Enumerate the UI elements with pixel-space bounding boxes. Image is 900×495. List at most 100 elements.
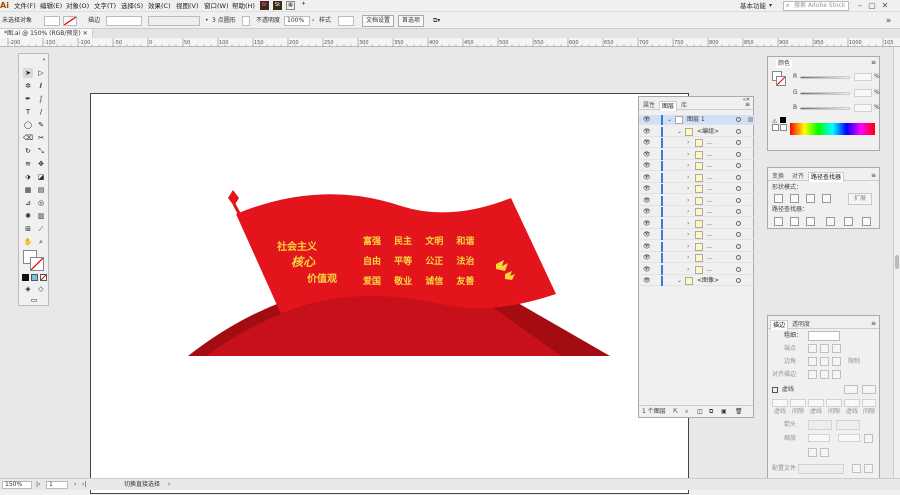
status-chevron-icon[interactable]: › — [168, 479, 170, 491]
tab-align[interactable]: 对齐 — [790, 172, 806, 181]
merge-icon[interactable] — [806, 217, 815, 226]
layer-row[interactable]: 👁 ›... — [639, 218, 755, 229]
layer-row[interactable]: 👁 ⌄ <编组> — [639, 126, 755, 137]
magic-wand-icon[interactable]: ✲ — [23, 81, 33, 91]
divide-icon[interactable] — [774, 217, 783, 226]
panel-menu-icon[interactable]: ≡ — [871, 59, 876, 66]
workspace-chevron-icon[interactable]: ▾ — [769, 0, 772, 12]
artboard-tool-icon[interactable]: ⊞ — [23, 224, 33, 234]
flip-across-icon[interactable] — [864, 464, 873, 473]
arrange-documents-icon[interactable]: ▦ — [286, 1, 295, 10]
black-swatch[interactable] — [780, 117, 786, 123]
preferences-button[interactable]: 首选项 — [398, 15, 424, 27]
hand-tool-icon[interactable]: ✋ — [23, 237, 33, 247]
artboard[interactable]: 社会主义 核心 价值观 富强 民主 文明 和谐 自由 平等 公正 法治 爱国 敬… — [90, 93, 689, 494]
flip-along-icon[interactable] — [852, 464, 861, 473]
ellipse-tool-icon[interactable]: ◯ — [23, 120, 33, 130]
channel-g-slider[interactable] — [800, 92, 850, 95]
opacity-input[interactable]: 100% — [284, 16, 310, 26]
layer-row[interactable]: 👁 ⌄ <图像> — [639, 276, 755, 286]
next-page-icon[interactable]: › — [74, 479, 76, 491]
slice-tool-icon[interactable]: ⟋ — [36, 224, 46, 234]
target-circle-icon[interactable] — [736, 117, 741, 122]
dash-1-input[interactable] — [772, 399, 788, 407]
channel-r-input[interactable] — [854, 73, 872, 81]
expand-chevron-icon[interactable]: › — [687, 174, 689, 181]
page-field[interactable]: 1 — [46, 481, 68, 489]
profile-dropdown[interactable] — [798, 464, 844, 474]
document-tab[interactable]: *图.ai @ 150% (RGB/预览) ✕ — [0, 29, 93, 38]
target-circle-icon[interactable] — [736, 232, 741, 237]
curvature-tool-icon[interactable]: ∫ — [36, 94, 46, 104]
gradient-tool-icon[interactable]: ▤ — [36, 185, 46, 195]
layer-row[interactable]: 👁 ›... — [639, 149, 755, 160]
expand-chevron-icon[interactable]: › — [687, 220, 689, 227]
zoom-field[interactable]: 150% — [2, 481, 32, 489]
none-swatch[interactable] — [772, 124, 779, 131]
type-tool-icon[interactable]: T — [23, 107, 33, 117]
butt-cap-icon[interactable] — [808, 344, 817, 353]
stock-search-input[interactable]: 搜索 Adobe Stock — [783, 1, 849, 11]
visibility-eye-icon[interactable]: 👁 — [643, 220, 651, 227]
arrow-tip-at-icon[interactable] — [820, 448, 829, 457]
visibility-eye-icon[interactable]: 👁 — [643, 266, 651, 273]
layer-row[interactable]: 👁 ›... — [639, 161, 755, 171]
stock-icon[interactable]: St — [273, 1, 282, 10]
intersect-icon[interactable] — [806, 194, 815, 203]
draw-inside-icon[interactable]: ◇ — [36, 284, 46, 294]
exclude-icon[interactable] — [822, 194, 831, 203]
export-icon[interactable]: ⇱ — [673, 406, 678, 418]
eraser-tool-icon[interactable]: ⌫ — [23, 133, 33, 143]
expand-chevron-icon[interactable]: › — [687, 185, 689, 192]
panel-menu-icon[interactable]: ≡ — [745, 101, 750, 108]
target-circle-icon[interactable] — [736, 220, 741, 226]
tab-stroke[interactable]: 描边 — [770, 320, 789, 330]
visibility-eye-icon[interactable]: 👁 — [643, 197, 651, 204]
visibility-eye-icon[interactable]: 👁 — [643, 116, 651, 123]
stroke-weight-field[interactable] — [106, 16, 142, 26]
target-circle-icon[interactable] — [736, 128, 741, 134]
opacity-chevron-icon[interactable]: › — [312, 16, 314, 26]
maximize-icon[interactable]: ▢ — [867, 1, 877, 11]
live-paint-icon[interactable]: ◪ — [36, 172, 46, 182]
link-scale-icon[interactable] — [864, 434, 873, 443]
tab-pathfinder[interactable]: 路径查找器 — [808, 172, 845, 182]
minus-back-icon[interactable] — [862, 217, 871, 226]
target-circle-icon[interactable] — [736, 163, 741, 168]
layer-row[interactable]: 👁 ›... — [639, 207, 755, 217]
trim-icon[interactable] — [790, 217, 799, 226]
align-inside-icon[interactable] — [820, 370, 829, 379]
expand-chevron-icon[interactable]: › — [687, 139, 689, 146]
new-sublayer-icon[interactable]: ⧉ — [709, 406, 713, 418]
new-layer-icon[interactable]: ▣ — [721, 406, 727, 418]
layer-row[interactable]: 👁 ›... — [639, 264, 755, 275]
unite-icon[interactable] — [774, 194, 783, 203]
target-circle-icon[interactable] — [736, 209, 741, 214]
expand-button[interactable]: 扩展 — [848, 193, 872, 205]
zoom-tool-icon[interactable]: ⌕ — [36, 237, 46, 247]
locate-object-icon[interactable]: ⌕ — [685, 406, 688, 418]
layer-row[interactable]: 👁 ›... — [639, 195, 755, 206]
target-circle-icon[interactable] — [736, 151, 741, 157]
minus-front-icon[interactable] — [790, 194, 799, 203]
target-circle-icon[interactable] — [736, 140, 741, 145]
target-circle-icon[interactable] — [736, 255, 741, 260]
visibility-eye-icon[interactable]: 👁 — [643, 174, 651, 181]
menu-type[interactable]: 文字(T) — [94, 0, 116, 12]
scroll-thumb[interactable] — [895, 255, 899, 269]
gap-2-input[interactable] — [826, 399, 842, 407]
clipping-mask-icon[interactable]: ◫ — [697, 406, 703, 418]
expand-chevron-icon[interactable]: › — [687, 151, 689, 158]
opacity-label[interactable]: 不透明度 — [256, 16, 280, 26]
expand-chevron-icon[interactable]: › — [687, 208, 689, 215]
layer-row[interactable]: 👁 ⌄ 图层 1 — [639, 115, 755, 125]
scissors-tool-icon[interactable]: ✂ — [36, 133, 46, 143]
pen-tool-icon[interactable]: ✒ — [23, 94, 33, 104]
panel-menu-icon[interactable]: ≡ — [886, 16, 891, 26]
align-dash-icon[interactable] — [862, 385, 876, 394]
bevel-join-icon[interactable] — [832, 357, 841, 366]
expand-chevron-icon[interactable]: ⌄ — [667, 116, 672, 123]
preserve-dash-icon[interactable] — [844, 385, 858, 394]
visibility-eye-icon[interactable]: 👁 — [643, 128, 651, 135]
channel-r-slider[interactable] — [800, 76, 850, 79]
